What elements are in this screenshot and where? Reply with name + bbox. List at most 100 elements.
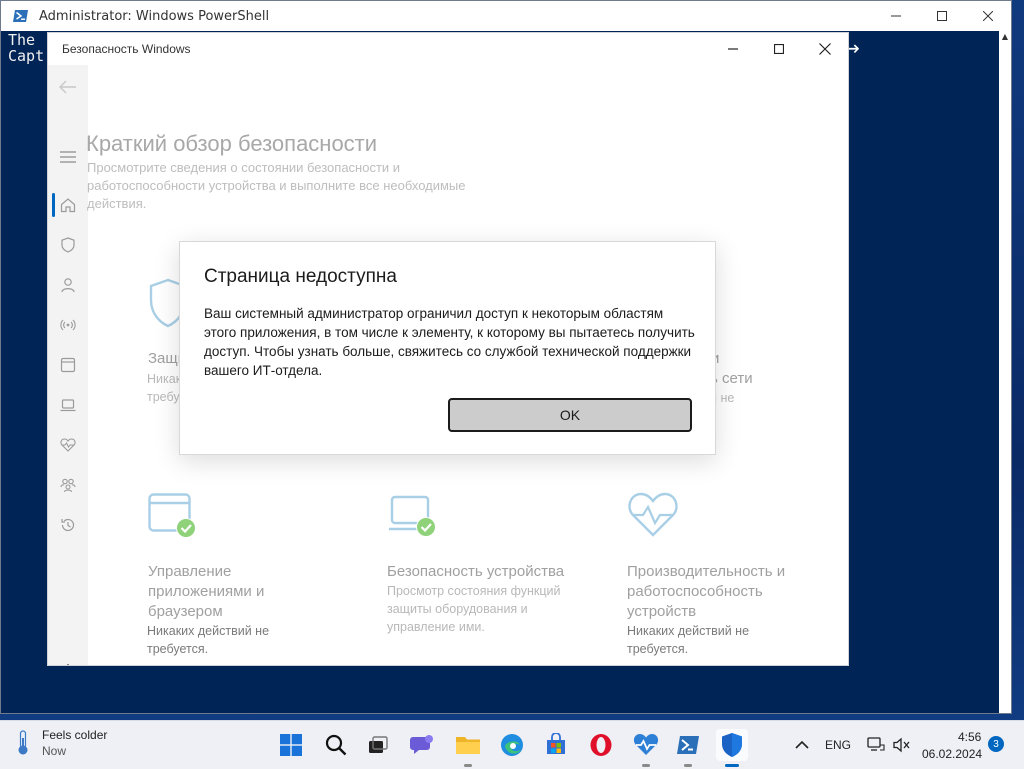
heart-pulse-icon bbox=[60, 438, 76, 452]
tile-apps-title-line[interactable]: Управление bbox=[148, 562, 231, 582]
security-sidebar bbox=[48, 65, 88, 665]
network-signal-icon bbox=[60, 319, 76, 331]
tile-performance-title-line[interactable]: работоспособность bbox=[627, 582, 763, 602]
ok-button[interactable]: OK bbox=[448, 398, 692, 432]
task-view-icon bbox=[369, 736, 388, 753]
hamburger-icon bbox=[60, 151, 76, 163]
hamburger-menu-button[interactable] bbox=[58, 147, 78, 167]
windows-security-shield-icon bbox=[722, 733, 742, 757]
taskbar-powershell[interactable] bbox=[672, 729, 704, 767]
running-indicator bbox=[684, 764, 692, 767]
nav-device-security[interactable] bbox=[58, 395, 78, 415]
home-icon bbox=[60, 198, 76, 213]
running-indicator bbox=[642, 764, 650, 767]
dialog-title: Страница недоступна bbox=[204, 266, 397, 287]
heart-pulse-icon bbox=[633, 734, 659, 755]
tile-device-desc-line: защиты оборудования и bbox=[387, 602, 528, 616]
device-performance-heart-icon bbox=[628, 492, 678, 537]
tile-apps-title-line[interactable]: приложениями и bbox=[148, 582, 264, 602]
powershell-titlebar[interactable]: Administrator: Windows PowerShell bbox=[1, 1, 1011, 31]
back-button[interactable] bbox=[58, 77, 78, 97]
security-minimize-button[interactable] bbox=[710, 33, 756, 65]
search-icon bbox=[325, 734, 347, 756]
tile-virus-desc-line: требу bbox=[147, 390, 180, 404]
tile-virus-desc-line: Никак bbox=[147, 372, 182, 386]
weather-widget[interactable]: Feels colder Now bbox=[14, 727, 107, 759]
app-browser-tile-icon bbox=[148, 493, 196, 538]
app-window-icon bbox=[60, 357, 76, 373]
maximize-button[interactable] bbox=[919, 1, 965, 31]
tile-device-desc-line: управление ими. bbox=[387, 620, 485, 634]
tile-apps-title-line[interactable]: браузером bbox=[148, 602, 223, 622]
dialog-message: Ваш системный администратор ограничил до… bbox=[204, 306, 695, 378]
minimize-icon bbox=[891, 15, 901, 17]
console-line: Capt bbox=[8, 47, 45, 65]
security-window-title: Безопасность Windows bbox=[62, 42, 191, 56]
nav-settings[interactable] bbox=[58, 661, 78, 665]
teams-chat-icon bbox=[410, 735, 433, 754]
tile-performance-title-line[interactable]: Производительность и bbox=[627, 562, 785, 582]
tile-performance-title-line[interactable]: устройств bbox=[627, 602, 696, 622]
powershell-console-text[interactable]: The Capt bbox=[8, 32, 44, 64]
clock-time[interactable]: 4:56 bbox=[958, 730, 981, 744]
windows-logo-icon bbox=[280, 734, 302, 756]
person-icon bbox=[61, 278, 75, 293]
active-nav-indicator bbox=[52, 193, 55, 217]
page-subtitle: Просмотрите сведения о состоянии безопас… bbox=[87, 160, 466, 211]
nav-family-options[interactable] bbox=[58, 475, 78, 495]
store-icon bbox=[547, 733, 565, 754]
edge-icon bbox=[501, 734, 523, 756]
security-titlebar[interactable]: Безопасность Windows bbox=[48, 33, 848, 65]
tile-performance-desc-line: требуется. bbox=[627, 642, 689, 656]
shield-icon bbox=[61, 237, 75, 253]
tile-network-title-line[interactable]: ь сети bbox=[710, 369, 753, 389]
console-line: The bbox=[8, 31, 36, 49]
family-icon bbox=[60, 478, 76, 493]
powershell-icon bbox=[677, 736, 699, 754]
nav-protection-history[interactable] bbox=[58, 515, 78, 535]
maximize-icon bbox=[937, 11, 947, 21]
nav-virus-protection[interactable] bbox=[58, 235, 78, 255]
taskbar-task-view-button[interactable] bbox=[362, 729, 394, 761]
nav-account-protection[interactable] bbox=[58, 275, 78, 295]
taskbar-chat-button[interactable] bbox=[406, 729, 438, 761]
notification-badge[interactable]: 3 bbox=[988, 736, 1004, 752]
gear-icon bbox=[67, 664, 69, 665]
taskbar-opera[interactable] bbox=[585, 729, 617, 761]
opera-icon bbox=[590, 734, 612, 756]
taskbar-edge[interactable] bbox=[496, 729, 528, 761]
language-indicator[interactable]: ENG bbox=[825, 738, 851, 752]
minimize-button[interactable] bbox=[873, 1, 919, 31]
taskbar-search-button[interactable] bbox=[320, 729, 352, 761]
taskbar-file-explorer[interactable] bbox=[452, 729, 484, 767]
weather-sub-text: Now bbox=[42, 744, 67, 758]
tile-device-desc-line: Просмотр состояния функций bbox=[387, 584, 561, 598]
tray-volume-button[interactable] bbox=[886, 729, 918, 761]
maximize-icon bbox=[774, 44, 784, 54]
taskbar-start-button[interactable] bbox=[275, 729, 307, 761]
nav-device-performance[interactable] bbox=[58, 435, 78, 455]
network-icon bbox=[867, 737, 885, 751]
taskbar-windows-security[interactable] bbox=[716, 729, 748, 767]
weather-main-text: Feels colder bbox=[42, 728, 108, 742]
security-close-button[interactable] bbox=[802, 33, 848, 65]
tile-apps-desc-line: требуется. bbox=[147, 642, 209, 656]
taskbar-microsoft-store[interactable] bbox=[540, 729, 572, 761]
close-button[interactable] bbox=[965, 1, 1011, 31]
minimize-icon bbox=[728, 48, 738, 50]
chevron-up-icon bbox=[795, 740, 809, 749]
nav-home[interactable] bbox=[58, 195, 78, 215]
laptop-icon bbox=[60, 399, 76, 412]
device-security-tile-icon bbox=[389, 495, 436, 537]
running-indicator bbox=[464, 764, 472, 767]
powershell-scrollbar[interactable]: ▲ bbox=[999, 31, 1011, 713]
clock-date[interactable]: 06.02.2024 bbox=[922, 747, 982, 761]
taskbar-pc-health-check[interactable] bbox=[630, 729, 662, 767]
thermometer-icon bbox=[18, 730, 28, 755]
security-maximize-button[interactable] bbox=[756, 33, 802, 65]
tray-overflow-button[interactable] bbox=[786, 729, 818, 761]
nav-firewall-network[interactable] bbox=[58, 315, 78, 335]
tile-device-title[interactable]: Безопасность устройства bbox=[387, 562, 564, 582]
scroll-up-icon[interactable]: ▲ bbox=[999, 31, 1011, 43]
nav-app-browser-control[interactable] bbox=[58, 355, 78, 375]
